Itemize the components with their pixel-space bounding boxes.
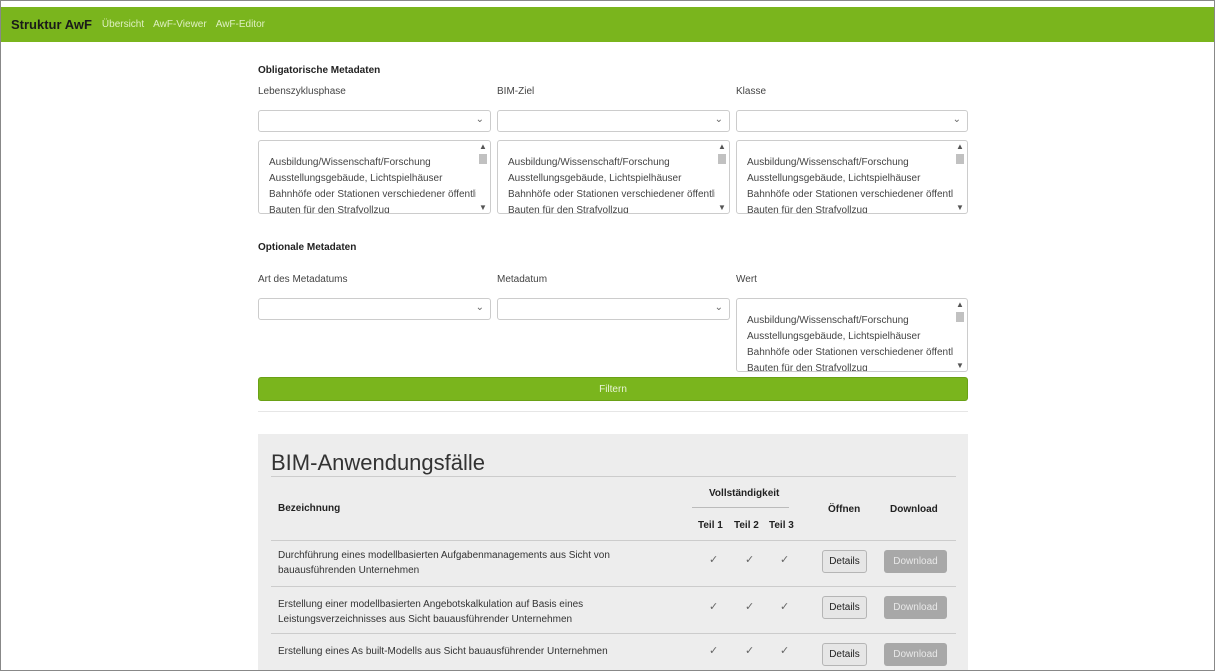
top-navbar: Struktur AwF Übersicht AwF-Viewer AwF-Ed…: [1, 7, 1214, 42]
listbox-option[interactable]: Ausstellungsgebäude, Lichtspielhäuser: [747, 329, 953, 345]
check-icon: ✓: [709, 554, 719, 566]
scroll-up-arrow-icon[interactable]: ▲: [956, 300, 964, 309]
check-icon: ✓: [745, 554, 755, 566]
listbox-option[interactable]: Bahnhöfe oder Stationen verschiedener öf…: [747, 187, 953, 203]
scrollbar-thumb[interactable]: [956, 154, 964, 164]
scroll-up-arrow-icon[interactable]: ▲: [956, 142, 964, 151]
column-header-download: Download: [890, 504, 938, 515]
listbox-scrollbar[interactable]: ▲ ▼: [954, 300, 966, 370]
column-header-part-3: Teil 3: [769, 520, 794, 531]
listbox-option[interactable]: Ausstellungsgebäude, Lichtspielhäuser: [508, 171, 715, 187]
optional-metadata-heading: Optionale Metadaten: [258, 242, 357, 253]
listbox-option[interactable]: Bahnhöfe oder Stationen verschiedener öf…: [747, 345, 953, 361]
value-label: Wert: [736, 274, 757, 285]
scroll-down-arrow-icon[interactable]: ▼: [956, 203, 964, 212]
listbox-option[interactable]: Bauten für den Strafvollzug: [747, 203, 953, 213]
completeness-divider: [692, 507, 789, 508]
class-select[interactable]: ⌄: [736, 110, 968, 132]
listbox-option[interactable]: Ausbildung/Wissenschaft/Forschung: [747, 155, 953, 171]
check-icon: ✓: [709, 601, 719, 613]
check-icon: ✓: [709, 645, 719, 657]
listbox-option[interactable]: Bahnhöfe oder Stationen verschiedener öf…: [508, 187, 715, 203]
download-button[interactable]: Download: [884, 596, 947, 619]
download-button[interactable]: Download: [884, 643, 947, 666]
metadata-type-select[interactable]: ⌄: [258, 298, 491, 320]
header-divider: [271, 540, 956, 541]
use-case-name: Durchführung eines modellbasierten Aufga…: [278, 550, 610, 576]
nav-link-awf-editor[interactable]: AwF-Editor: [216, 19, 265, 30]
nav-link-overview[interactable]: Übersicht: [102, 19, 144, 30]
use-case-name: Erstellung einer modellbasierten Angebot…: [278, 599, 584, 625]
chevron-down-icon: ⌄: [714, 302, 723, 313]
mandatory-metadata-heading: Obligatorische Metadaten: [258, 65, 381, 76]
section-divider: [258, 411, 968, 412]
check-icon: ✓: [780, 645, 790, 657]
bim-goal-listbox[interactable]: Ausbildung/Wissenschaft/Forschung Ausste…: [497, 140, 730, 214]
check-icon: ✓: [780, 601, 790, 613]
scroll-down-arrow-icon[interactable]: ▼: [718, 203, 726, 212]
chevron-down-icon: ⌄: [475, 302, 484, 313]
scroll-up-arrow-icon[interactable]: ▲: [718, 142, 726, 151]
chevron-down-icon: ⌄: [952, 114, 961, 125]
listbox-option[interactable]: Bauten für den Strafvollzug: [508, 203, 715, 213]
details-button[interactable]: Details: [822, 643, 867, 666]
metadata-label: Metadatum: [497, 274, 548, 285]
chevron-down-icon: ⌄: [475, 114, 484, 125]
bim-goal-select[interactable]: ⌄: [497, 110, 730, 132]
lifecycle-phase-label: Lebenszyklusphase: [258, 86, 346, 97]
listbox-option[interactable]: Ausbildung/Wissenschaft/Forschung: [269, 155, 476, 171]
bim-goal-label: BIM-Ziel: [497, 86, 535, 97]
brand-link[interactable]: Struktur AwF: [11, 17, 92, 32]
details-button[interactable]: Details: [822, 550, 867, 573]
scroll-down-arrow-icon[interactable]: ▼: [956, 361, 964, 370]
column-header-completeness: Vollständigkeit: [709, 488, 780, 499]
value-listbox[interactable]: Ausbildung/Wissenschaft/Forschung Ausste…: [736, 298, 968, 372]
listbox-option[interactable]: Ausstellungsgebäude, Lichtspielhäuser: [747, 171, 953, 187]
download-button[interactable]: Download: [884, 550, 947, 573]
app-window: Struktur AwF Übersicht AwF-Viewer AwF-Ed…: [0, 0, 1215, 671]
scrollbar-thumb[interactable]: [718, 154, 726, 164]
listbox-option[interactable]: Ausbildung/Wissenschaft/Forschung: [747, 313, 953, 329]
column-header-name: Bezeichnung: [278, 503, 341, 514]
check-icon: ✓: [745, 645, 755, 657]
use-cases-title: BIM-Anwendungsfälle: [271, 450, 486, 475]
lifecycle-phase-select[interactable]: ⌄: [258, 110, 491, 132]
details-button[interactable]: Details: [822, 596, 867, 619]
column-header-open: Öffnen: [828, 504, 861, 515]
chevron-down-icon: ⌄: [714, 114, 723, 125]
use-cases-panel: BIM-Anwendungsfälle Bezeichnung Vollstän…: [258, 434, 968, 670]
listbox-scrollbar[interactable]: ▲ ▼: [716, 142, 728, 212]
scrollbar-thumb[interactable]: [956, 312, 964, 322]
scrollbar-thumb[interactable]: [479, 154, 487, 164]
check-icon: ✓: [780, 554, 790, 566]
title-divider: [271, 476, 956, 477]
row-divider: [271, 633, 956, 634]
column-header-part-1: Teil 1: [698, 520, 723, 531]
filter-button[interactable]: Filtern: [258, 377, 968, 401]
check-icon: ✓: [745, 601, 755, 613]
lifecycle-phase-listbox[interactable]: Ausbildung/Wissenschaft/Forschung Ausste…: [258, 140, 491, 214]
row-divider: [271, 586, 956, 587]
scroll-up-arrow-icon[interactable]: ▲: [479, 142, 487, 151]
class-label: Klasse: [736, 86, 767, 97]
metadata-type-label: Art des Metadatums: [258, 274, 348, 285]
listbox-option[interactable]: Bahnhöfe oder Stationen verschiedener öf…: [269, 187, 476, 203]
listbox-scrollbar[interactable]: ▲ ▼: [477, 142, 489, 212]
listbox-option[interactable]: Ausstellungsgebäude, Lichtspielhäuser: [269, 171, 476, 187]
metadata-select[interactable]: ⌄: [497, 298, 730, 320]
listbox-option[interactable]: Bauten für den Strafvollzug: [269, 203, 476, 213]
listbox-option[interactable]: Bauten für den Strafvollzug: [747, 361, 953, 371]
column-header-part-2: Teil 2: [734, 520, 759, 531]
use-case-name: Erstellung eines As built-Modells aus Si…: [278, 646, 608, 657]
listbox-option[interactable]: Ausbildung/Wissenschaft/Forschung: [508, 155, 715, 171]
class-listbox[interactable]: Ausbildung/Wissenschaft/Forschung Ausste…: [736, 140, 968, 214]
nav-link-awf-viewer[interactable]: AwF-Viewer: [153, 19, 207, 30]
listbox-scrollbar[interactable]: ▲ ▼: [954, 142, 966, 212]
scroll-down-arrow-icon[interactable]: ▼: [479, 203, 487, 212]
